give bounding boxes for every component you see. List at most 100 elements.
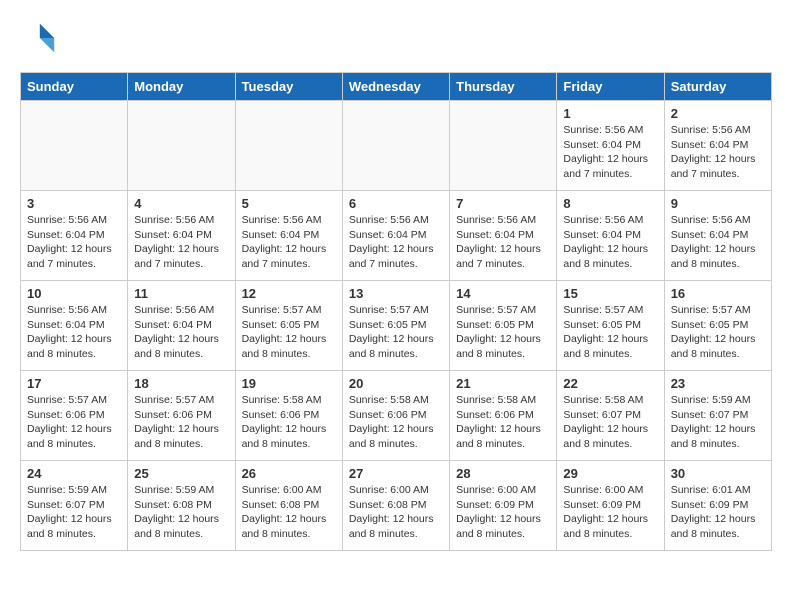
day-number: 24: [27, 466, 121, 481]
day-info: Sunrise: 6:00 AM Sunset: 6:09 PM Dayligh…: [456, 483, 550, 542]
day-number: 8: [563, 196, 657, 211]
calendar-cell: 5 Sunrise: 5:56 AM Sunset: 6:04 PM Daylig…: [235, 191, 342, 281]
calendar-cell: 6 Sunrise: 5:56 AM Sunset: 6:04 PM Daylig…: [342, 191, 449, 281]
weekday-header-friday: Friday: [557, 73, 664, 101]
day-info: Sunrise: 6:01 AM Sunset: 6:09 PM Dayligh…: [671, 483, 765, 542]
day-info: Sunrise: 5:57 AM Sunset: 6:06 PM Dayligh…: [27, 393, 121, 452]
calendar-cell: 22 Sunrise: 5:58 AM Sunset: 6:07 PM Dayli…: [557, 371, 664, 461]
logo-icon: [20, 20, 56, 56]
day-number: 9: [671, 196, 765, 211]
day-number: 18: [134, 376, 228, 391]
day-info: Sunrise: 5:56 AM Sunset: 6:04 PM Dayligh…: [349, 213, 443, 272]
day-info: Sunrise: 5:56 AM Sunset: 6:04 PM Dayligh…: [671, 123, 765, 182]
day-info: Sunrise: 6:00 AM Sunset: 6:08 PM Dayligh…: [349, 483, 443, 542]
day-info: Sunrise: 5:56 AM Sunset: 6:04 PM Dayligh…: [671, 213, 765, 272]
calendar-cell: 8 Sunrise: 5:56 AM Sunset: 6:04 PM Daylig…: [557, 191, 664, 281]
day-info: Sunrise: 5:56 AM Sunset: 6:04 PM Dayligh…: [134, 303, 228, 362]
day-number: 12: [242, 286, 336, 301]
day-number: 10: [27, 286, 121, 301]
day-number: 19: [242, 376, 336, 391]
day-info: Sunrise: 5:59 AM Sunset: 6:08 PM Dayligh…: [134, 483, 228, 542]
weekday-header-tuesday: Tuesday: [235, 73, 342, 101]
day-info: Sunrise: 5:58 AM Sunset: 6:06 PM Dayligh…: [456, 393, 550, 452]
calendar-table: SundayMondayTuesdayWednesdayThursdayFrid…: [20, 72, 772, 551]
day-info: Sunrise: 5:57 AM Sunset: 6:05 PM Dayligh…: [349, 303, 443, 362]
day-info: Sunrise: 5:57 AM Sunset: 6:05 PM Dayligh…: [563, 303, 657, 362]
calendar-cell: 17 Sunrise: 5:57 AM Sunset: 6:06 PM Dayli…: [21, 371, 128, 461]
day-number: 27: [349, 466, 443, 481]
day-info: Sunrise: 5:58 AM Sunset: 6:07 PM Dayligh…: [563, 393, 657, 452]
day-info: Sunrise: 5:57 AM Sunset: 6:06 PM Dayligh…: [134, 393, 228, 452]
calendar-cell: 1Sunrise: 5:56 AM Sunset: 6:04 PM Daylig…: [557, 101, 664, 191]
day-number: 22: [563, 376, 657, 391]
weekday-header-row: SundayMondayTuesdayWednesdayThursdayFrid…: [21, 73, 772, 101]
calendar-cell: 24 Sunrise: 5:59 AM Sunset: 6:07 PM Dayli…: [21, 461, 128, 551]
calendar-cell: 16 Sunrise: 5:57 AM Sunset: 6:05 PM Dayli…: [664, 281, 771, 371]
calendar-cell: 25 Sunrise: 5:59 AM Sunset: 6:08 PM Dayli…: [128, 461, 235, 551]
calendar-cell: 26 Sunrise: 6:00 AM Sunset: 6:08 PM Dayli…: [235, 461, 342, 551]
day-number: 17: [27, 376, 121, 391]
day-number: 21: [456, 376, 550, 391]
week-row-2: 3 Sunrise: 5:56 AM Sunset: 6:04 PM Daylig…: [21, 191, 772, 281]
day-number: 25: [134, 466, 228, 481]
calendar-cell: 4Sunrise: 5:56 AM Sunset: 6:04 PM Daylig…: [128, 191, 235, 281]
day-info: Sunrise: 5:58 AM Sunset: 6:06 PM Dayligh…: [242, 393, 336, 452]
day-number: 20: [349, 376, 443, 391]
calendar-cell: 19 Sunrise: 5:58 AM Sunset: 6:06 PM Dayli…: [235, 371, 342, 461]
calendar-cell: 27 Sunrise: 6:00 AM Sunset: 6:08 PM Dayli…: [342, 461, 449, 551]
page-header: [20, 20, 772, 56]
calendar-cell: [342, 101, 449, 191]
calendar-cell: 10 Sunrise: 5:56 AM Sunset: 6:04 PM Dayli…: [21, 281, 128, 371]
day-number: 26: [242, 466, 336, 481]
calendar-cell: 29 Sunrise: 6:00 AM Sunset: 6:09 PM Dayli…: [557, 461, 664, 551]
week-row-4: 17 Sunrise: 5:57 AM Sunset: 6:06 PM Dayli…: [21, 371, 772, 461]
day-number: 23: [671, 376, 765, 391]
day-info: Sunrise: 5:57 AM Sunset: 6:05 PM Dayligh…: [671, 303, 765, 362]
day-info: Sunrise: 5:57 AM Sunset: 6:05 PM Dayligh…: [242, 303, 336, 362]
calendar-cell: 18 Sunrise: 5:57 AM Sunset: 6:06 PM Dayli…: [128, 371, 235, 461]
calendar-cell: 11 Sunrise: 5:56 AM Sunset: 6:04 PM Dayli…: [128, 281, 235, 371]
day-info: Sunrise: 5:56 AM Sunset: 6:04 PM Dayligh…: [456, 213, 550, 272]
calendar-cell: 14Sunrise: 5:57 AM Sunset: 6:05 PM Dayli…: [450, 281, 557, 371]
day-number: 30: [671, 466, 765, 481]
week-row-3: 10 Sunrise: 5:56 AM Sunset: 6:04 PM Dayli…: [21, 281, 772, 371]
day-number: 11: [134, 286, 228, 301]
calendar-cell: 28 Sunrise: 6:00 AM Sunset: 6:09 PM Dayli…: [450, 461, 557, 551]
day-number: 7: [456, 196, 550, 211]
weekday-header-thursday: Thursday: [450, 73, 557, 101]
day-info: Sunrise: 6:00 AM Sunset: 6:08 PM Dayligh…: [242, 483, 336, 542]
calendar-cell: [128, 101, 235, 191]
day-number: 3: [27, 196, 121, 211]
calendar-cell: 23 Sunrise: 5:59 AM Sunset: 6:07 PM Dayli…: [664, 371, 771, 461]
day-number: 15: [563, 286, 657, 301]
calendar-cell: 12 Sunrise: 5:57 AM Sunset: 6:05 PM Dayli…: [235, 281, 342, 371]
calendar-cell: 2Sunrise: 5:56 AM Sunset: 6:04 PM Daylig…: [664, 101, 771, 191]
weekday-header-sunday: Sunday: [21, 73, 128, 101]
calendar-cell: [21, 101, 128, 191]
week-row-5: 24 Sunrise: 5:59 AM Sunset: 6:07 PM Dayli…: [21, 461, 772, 551]
day-info: Sunrise: 5:59 AM Sunset: 6:07 PM Dayligh…: [27, 483, 121, 542]
day-number: 6: [349, 196, 443, 211]
day-info: Sunrise: 5:56 AM Sunset: 6:04 PM Dayligh…: [242, 213, 336, 272]
calendar-cell: [235, 101, 342, 191]
day-info: Sunrise: 6:00 AM Sunset: 6:09 PM Dayligh…: [563, 483, 657, 542]
day-number: 1: [563, 106, 657, 121]
day-info: Sunrise: 5:56 AM Sunset: 6:04 PM Dayligh…: [563, 213, 657, 272]
calendar-cell: 13 Sunrise: 5:57 AM Sunset: 6:05 PM Dayli…: [342, 281, 449, 371]
day-info: Sunrise: 5:57 AM Sunset: 6:05 PM Dayligh…: [456, 303, 550, 362]
calendar-cell: 7 Sunrise: 5:56 AM Sunset: 6:04 PM Daylig…: [450, 191, 557, 281]
day-info: Sunrise: 5:59 AM Sunset: 6:07 PM Dayligh…: [671, 393, 765, 452]
calendar-cell: 21 Sunrise: 5:58 AM Sunset: 6:06 PM Dayli…: [450, 371, 557, 461]
day-info: Sunrise: 5:56 AM Sunset: 6:04 PM Dayligh…: [27, 303, 121, 362]
day-number: 13: [349, 286, 443, 301]
weekday-header-saturday: Saturday: [664, 73, 771, 101]
day-number: 4: [134, 196, 228, 211]
calendar-cell: [450, 101, 557, 191]
weekday-header-wednesday: Wednesday: [342, 73, 449, 101]
day-number: 28: [456, 466, 550, 481]
day-info: Sunrise: 5:58 AM Sunset: 6:06 PM Dayligh…: [349, 393, 443, 452]
day-info: Sunrise: 5:56 AM Sunset: 6:04 PM Dayligh…: [27, 213, 121, 272]
day-number: 5: [242, 196, 336, 211]
day-number: 16: [671, 286, 765, 301]
day-number: 29: [563, 466, 657, 481]
